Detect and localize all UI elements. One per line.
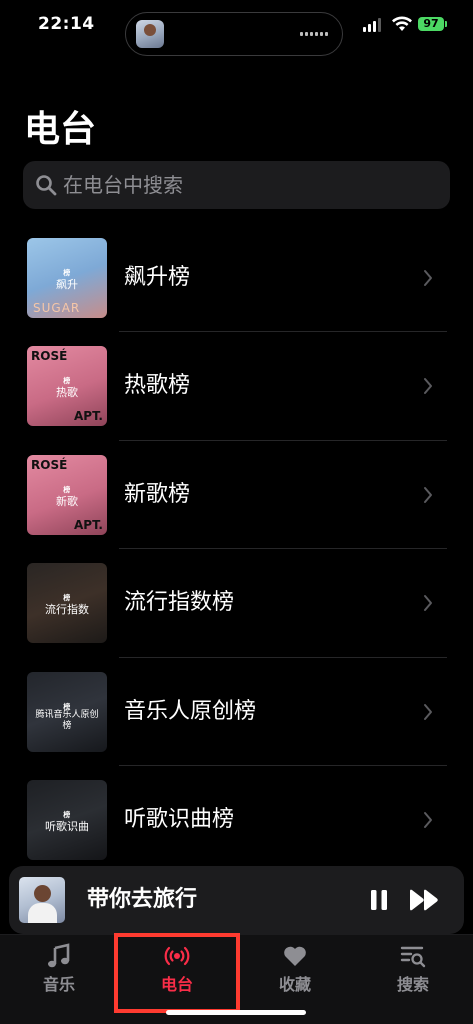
cover-caption: 新歌: [56, 494, 78, 508]
mini-player[interactable]: 带你去旅行: [9, 866, 464, 934]
cover-caption: 流行指数: [45, 603, 89, 617]
island-album-art: [136, 20, 164, 48]
chart-cover: ROSÉ 榜 热歌 APT.: [27, 346, 107, 427]
chart-row-soaring[interactable]: 榜 飙升 SUGAR 飙升榜: [0, 224, 473, 333]
chart-row-new[interactable]: ROSÉ 榜 新歌 APT. 新歌榜: [0, 441, 473, 550]
now-playing-artwork: [19, 877, 65, 923]
search-field[interactable]: 在电台中搜索: [23, 161, 450, 209]
chevron-right-icon: [424, 703, 432, 720]
status-time: 22:14: [38, 14, 95, 34]
chart-cover: 榜 腾讯音乐人原创榜: [27, 671, 107, 752]
chart-name: 新歌榜: [124, 481, 191, 507]
chart-name: 飙升榜: [124, 265, 191, 290]
chart-name: 听歌识曲榜: [124, 806, 235, 832]
pause-icon[interactable]: [367, 888, 391, 912]
chevron-right-icon: [424, 486, 432, 503]
cover-artwork-text: SUGAR: [33, 301, 81, 315]
chart-row-pop-index[interactable]: 榜 流行指数 流行指数榜: [0, 549, 473, 658]
cover-artwork-text: ROSÉ: [31, 349, 68, 364]
tab-favorites[interactable]: 收藏: [236, 943, 354, 995]
wifi-icon: [392, 16, 412, 31]
now-playing-title: 带你去旅行: [87, 887, 198, 912]
search-list-icon: [400, 946, 426, 968]
chart-cover: 榜 听歌识曲: [27, 779, 107, 860]
chart-row-song-recognition[interactable]: 榜 听歌识曲 听歌识曲榜: [0, 766, 473, 874]
battery-indicator: 97: [418, 17, 447, 31]
chevron-right-icon: [424, 378, 432, 395]
search-placeholder: 在电台中搜索: [63, 173, 183, 197]
tab-label: 搜索: [396, 975, 429, 994]
chart-cover: 榜 飙升 SUGAR: [27, 238, 107, 318]
selection-highlight-box: [114, 933, 240, 1013]
tab-label: 音乐: [42, 975, 75, 994]
home-indicator[interactable]: [166, 1010, 306, 1015]
cover-caption: 热歌: [56, 386, 78, 400]
cover-artwork-text: APT.: [73, 409, 103, 424]
chevron-right-icon: [424, 270, 432, 286]
chevron-right-icon: [424, 811, 432, 828]
cover-caption: 飙升: [56, 278, 78, 291]
tab-music[interactable]: 音乐: [0, 943, 118, 995]
cover-artwork-text: APT.: [73, 517, 103, 532]
cover-caption: 听歌识曲: [45, 819, 89, 833]
chart-row-hot[interactable]: ROSÉ 榜 热歌 APT. 热歌榜: [0, 332, 473, 441]
tab-search[interactable]: 搜索: [354, 943, 472, 995]
search-icon: [36, 175, 57, 196]
page-title: 电台: [24, 109, 97, 150]
cover-artwork-text: ROSÉ: [31, 457, 68, 472]
cover-brand-logo: 榜: [63, 810, 71, 819]
tab-label: 收藏: [278, 975, 311, 994]
cover-brand-logo: 榜: [63, 377, 71, 386]
chart-cover: 榜 流行指数: [27, 563, 107, 644]
cover-brand-logo: 榜: [63, 485, 71, 494]
chart-row-musician-original[interactable]: 榜 腾讯音乐人原创榜 音乐人原创榜: [0, 658, 473, 766]
cover-caption: 腾讯音乐人原创榜: [35, 709, 99, 731]
island-waveform-icon: [300, 32, 328, 36]
status-bar: 22:14 97: [0, 0, 473, 60]
chart-list: 榜 飙升 SUGAR 飙升榜 ROSÉ 榜 热歌 APT. 热歌榜 ROSÉ 榜…: [0, 224, 473, 874]
chart-name: 热歌榜: [124, 373, 191, 399]
chart-cover: ROSÉ 榜 新歌 APT.: [27, 454, 107, 535]
music-note-icon: [48, 943, 70, 968]
dynamic-island[interactable]: [125, 12, 343, 56]
chart-name: 音乐人原创榜: [124, 698, 257, 724]
fast-forward-icon[interactable]: [409, 888, 439, 912]
chevron-right-icon: [424, 595, 432, 612]
cover-brand-logo: 榜: [63, 269, 71, 277]
chart-name: 流行指数榜: [124, 590, 235, 616]
cellular-signal-icon: [363, 18, 381, 32]
cover-brand-logo: 榜: [63, 594, 71, 603]
heart-icon: [284, 946, 306, 966]
